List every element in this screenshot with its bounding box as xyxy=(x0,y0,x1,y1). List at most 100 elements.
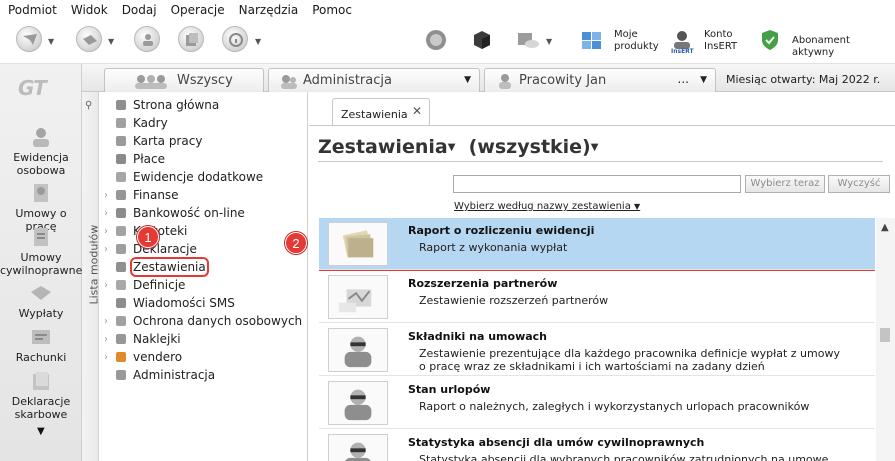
expand-chevron-icon[interactable]: › xyxy=(102,280,110,291)
report-row[interactable]: Raport o rozliczeniu ewidencji Raport z w… xyxy=(319,218,875,272)
expand-chevron-icon[interactable]: › xyxy=(102,352,110,363)
report-row[interactable]: Statystyka absencji dla umów cywilnopraw… xyxy=(319,430,875,461)
module-item[interactable]: Płace xyxy=(102,150,165,168)
chevron-down-icon[interactable]: ▼ xyxy=(108,37,114,46)
person-report-icon xyxy=(328,434,388,461)
search-input[interactable] xyxy=(453,175,741,193)
expand-chevron-icon[interactable]: › xyxy=(102,316,110,327)
rail-item-wyplaty[interactable]: Wypłaty xyxy=(0,282,82,320)
module-icon xyxy=(116,226,126,236)
context-tab-administracja[interactable]: Administracja ▼ xyxy=(268,68,480,92)
menu-operacje[interactable]: Operacje xyxy=(171,3,225,17)
module-item[interactable]: Administracja xyxy=(102,366,215,384)
receive-button[interactable] xyxy=(76,26,102,52)
module-item[interactable]: › vendero xyxy=(102,348,182,366)
rail-item-umowy-cywilnoprawne[interactable]: Umowy cywilnoprawne xyxy=(0,226,82,277)
context-tab-pracownik[interactable]: Pracowity Jan ... ▼ xyxy=(484,68,716,92)
help-button[interactable] xyxy=(222,26,248,52)
expand-chevron-icon[interactable]: › xyxy=(102,226,110,237)
report-description: Raport o należnych, zaległych i wykorzys… xyxy=(419,400,810,413)
main-content: Zestawienia ✕ Zestawienia▼ (wszystkie)▼ … xyxy=(309,92,895,461)
module-list-strip[interactable]: ⚲ Lista modułów xyxy=(82,92,101,461)
module-item[interactable]: › Ochrona danych osobowych xyxy=(102,312,302,330)
module-item-label: Ochrona danych osobowych xyxy=(133,314,303,328)
module-item[interactable]: Ewidencje dodatkowe xyxy=(102,168,263,186)
rail-item-ewidencja[interactable]: Ewidencja osobowa xyxy=(0,126,82,177)
report-row[interactable]: Rozszerzenia partnerów Zestawienie rozsze… xyxy=(319,271,875,323)
cloud-button[interactable] xyxy=(516,28,540,52)
report-row[interactable]: Stan urlopów Raport o należnych, zaległyc… xyxy=(319,377,875,429)
chevron-down-icon[interactable]: ▼ xyxy=(255,37,261,46)
documents-icon xyxy=(186,33,198,46)
close-icon[interactable]: ✕ xyxy=(412,104,422,118)
module-icon xyxy=(116,316,126,326)
module-icon xyxy=(116,100,126,110)
module-item-label: Ewidencje dodatkowe xyxy=(133,170,264,184)
module-item-label: vendero xyxy=(133,350,183,364)
module-item[interactable]: › Naklejki xyxy=(102,330,181,348)
expand-chevron-icon[interactable]: › xyxy=(102,244,110,255)
account-icon-text: InsERT xyxy=(671,48,694,55)
chevron-down-icon[interactable]: ▼ xyxy=(700,75,707,85)
account-label-line2: InsERT xyxy=(704,41,738,52)
chevron-down-icon[interactable]: ▼ xyxy=(546,37,552,46)
menu-widok[interactable]: Widok xyxy=(71,3,108,17)
choose-now-button[interactable]: Wybierz teraz xyxy=(745,175,825,193)
chevron-down-icon[interactable]: ▼ xyxy=(448,142,456,153)
person-icon xyxy=(499,73,511,89)
expand-chevron-icon[interactable]: › xyxy=(102,190,110,201)
products-icon xyxy=(582,32,601,49)
context-tab-wszyscy[interactable]: Wszyscy xyxy=(104,68,264,92)
chevron-down-icon[interactable]: ▼ xyxy=(48,37,54,46)
globe-button[interactable] xyxy=(424,28,448,52)
report-row[interactable]: Składniki na umowach Zestawienie prezentu… xyxy=(319,324,875,376)
module-item[interactable]: › Finanse xyxy=(102,186,179,204)
shield-icon xyxy=(762,30,778,50)
subscription-button[interactable] xyxy=(758,28,782,52)
documents-button[interactable] xyxy=(178,26,204,52)
menu-narzedzia[interactable]: Narzędzia xyxy=(239,3,299,17)
context-tab-pracownik-more[interactable]: ... xyxy=(678,72,689,86)
account-button[interactable]: InsERT xyxy=(670,28,694,55)
send-button[interactable] xyxy=(16,26,42,52)
choose-by-name-link[interactable]: Wybierz według nazwy zestawienia ▼ xyxy=(454,201,640,212)
menu-podmiot[interactable]: Podmiot xyxy=(8,3,57,17)
person-report-icon xyxy=(328,381,388,425)
module-item[interactable]: Zestawienia xyxy=(102,257,209,277)
tax-declaration-icon xyxy=(33,372,49,390)
clear-button[interactable]: Wyczyść xyxy=(828,175,890,193)
subscription-label-line1: Abonament aktywny xyxy=(792,35,850,58)
report-title: Składniki na umowach xyxy=(408,330,548,343)
tab-zestawienia[interactable]: Zestawienia ✕ xyxy=(332,98,430,126)
menu-dodaj[interactable]: Dodaj xyxy=(122,3,157,17)
module-icon xyxy=(116,334,126,344)
report-list-scrollbar[interactable]: ▲ xyxy=(876,218,895,461)
rail-more-arrow-icon[interactable]: ▼ xyxy=(37,426,45,437)
account-label-line1: Konto xyxy=(704,29,733,40)
rail-item-deklaracje-skarbowe-line1: Deklaracje xyxy=(11,395,71,408)
module-item[interactable]: Kadry xyxy=(102,114,168,132)
toolbar: ▼ ▼ ▼ ▼ Moje produkty InsERT Konto InsER… xyxy=(0,20,895,64)
scrollbar-thumb[interactable] xyxy=(880,328,890,342)
module-item[interactable]: Karta pracy xyxy=(102,132,202,150)
module-item[interactable]: › Bankowość on-line xyxy=(102,204,245,222)
chevron-down-icon[interactable]: ▼ xyxy=(591,142,599,153)
chevron-down-icon[interactable]: ▼ xyxy=(464,75,471,85)
report-title: Stan urlopów xyxy=(408,383,491,396)
menu-pomoc[interactable]: Pomoc xyxy=(312,3,352,17)
module-item[interactable]: Wiadomości SMS xyxy=(102,294,235,312)
pin-icon[interactable]: ⚲ xyxy=(85,100,92,111)
staff-button[interactable] xyxy=(134,26,160,52)
people-icon xyxy=(33,128,49,147)
expand-chevron-icon[interactable]: › xyxy=(102,208,110,219)
page-title-left[interactable]: Zestawienia xyxy=(318,136,448,158)
rail-item-rachunki[interactable]: Rachunki xyxy=(0,326,82,364)
scroll-up-icon[interactable]: ▲ xyxy=(881,222,889,233)
rail-item-deklaracje-skarbowe[interactable]: Deklaracje skarbowe xyxy=(0,370,82,421)
box-button[interactable] xyxy=(470,28,494,52)
module-item[interactable]: Strona główna xyxy=(102,96,219,114)
module-item[interactable]: › Definicje xyxy=(102,276,185,294)
page-title-filter[interactable]: (wszystkie) xyxy=(469,136,591,158)
products-button[interactable] xyxy=(580,28,604,52)
expand-chevron-icon[interactable]: › xyxy=(102,334,110,345)
